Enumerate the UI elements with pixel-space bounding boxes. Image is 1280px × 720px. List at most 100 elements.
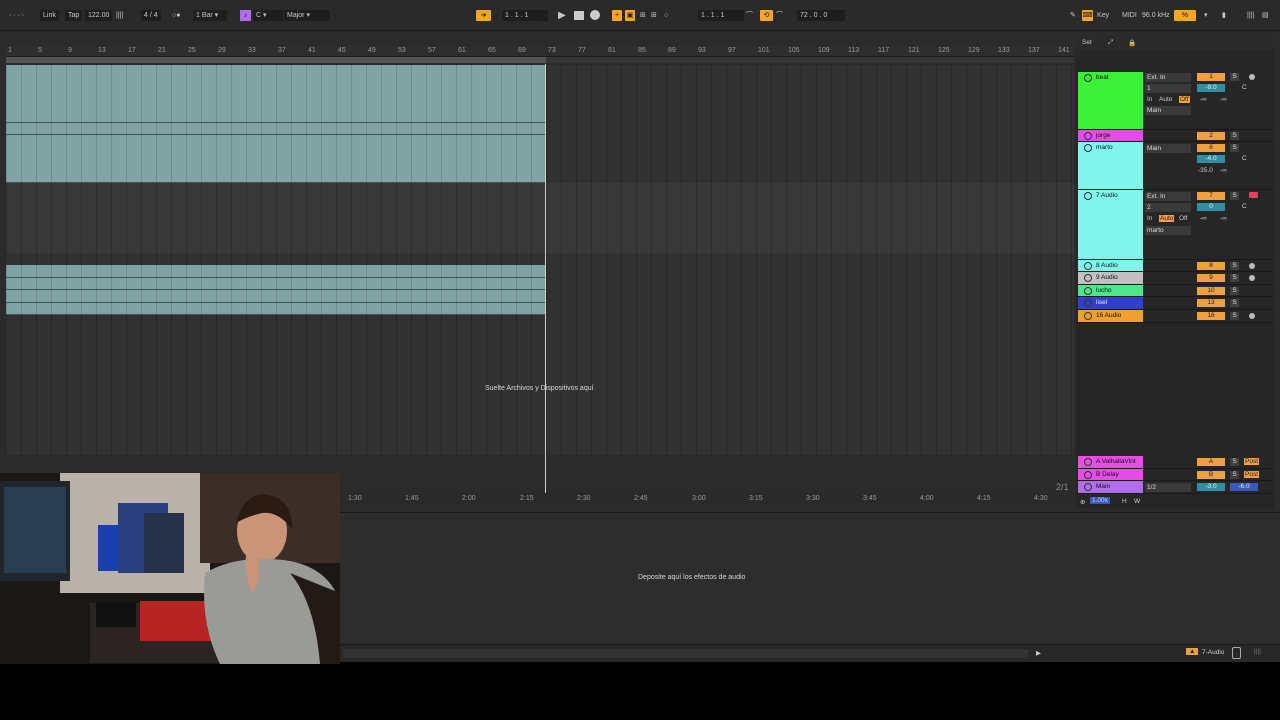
- width-button[interactable]: W: [1134, 498, 1140, 505]
- track-lanes[interactable]: [6, 65, 1074, 455]
- stop-icon[interactable]: [574, 11, 584, 20]
- output-select[interactable]: Main: [1145, 106, 1191, 115]
- playhead[interactable]: [545, 64, 546, 494]
- track-jorge[interactable]: jorge 2 S: [1076, 130, 1274, 142]
- fold-icon[interactable]: [1084, 144, 1092, 152]
- loop-length-field[interactable]: 72 . 0 . 0: [797, 10, 845, 21]
- send-b[interactable]: -∞: [1220, 167, 1227, 174]
- fold-icon[interactable]: [1084, 483, 1092, 491]
- dots-menu-icon[interactable]: · · · ·: [9, 10, 31, 21]
- monitor-in[interactable]: In: [1147, 215, 1152, 222]
- return-b[interactable]: B Delay B S Post: [1076, 469, 1274, 481]
- send-b[interactable]: -∞: [1220, 215, 1227, 222]
- fold-icon[interactable]: [1084, 192, 1092, 200]
- solo-button[interactable]: S: [1230, 312, 1239, 320]
- track-name-8-audio[interactable]: 8 Audio: [1078, 260, 1143, 271]
- track-name-9-audio[interactable]: 9 Audio: [1078, 272, 1143, 284]
- main-track-name[interactable]: Main: [1078, 481, 1143, 493]
- track-activator[interactable]: 9: [1197, 274, 1225, 282]
- audio-clip[interactable]: [6, 135, 546, 183]
- return-activator[interactable]: B: [1197, 471, 1225, 479]
- lane-marto[interactable]: [6, 135, 1074, 183]
- return-name-b[interactable]: B Delay: [1078, 469, 1143, 480]
- arm-button[interactable]: [1249, 263, 1255, 269]
- device-toggle-icon[interactable]: [1232, 647, 1241, 659]
- link-button[interactable]: Link: [40, 10, 59, 21]
- track-name-marto[interactable]: marto: [1078, 142, 1143, 189]
- track-name-jorge[interactable]: jorge: [1078, 130, 1143, 141]
- send-a[interactable]: -∞: [1200, 96, 1207, 103]
- punch-in-icon[interactable]: ⌒: [746, 10, 753, 21]
- tempo-field[interactable]: 122.00: [85, 10, 113, 21]
- overview-icon[interactable]: ▤: [1262, 10, 1269, 21]
- cpu-dropdown-icon[interactable]: ▾: [1204, 10, 1208, 21]
- solo-button[interactable]: S: [1230, 144, 1239, 152]
- audio-clip[interactable]: [6, 265, 546, 278]
- zoom-field[interactable]: 1.00x: [1090, 497, 1110, 504]
- follow-icon[interactable]: ➜: [476, 10, 491, 21]
- volume-field[interactable]: -9.0: [1197, 84, 1225, 92]
- arm-button[interactable]: [1249, 313, 1255, 319]
- expand-icon[interactable]: ⤢: [1108, 39, 1113, 47]
- beat-ruler[interactable]: 1 5 9 13 17 21 25 29 33 37 41 45 49 53 5…: [6, 46, 1074, 57]
- return-name-a[interactable]: A ValhallaVint: [1078, 456, 1143, 468]
- midi-map-button[interactable]: MIDI: [1122, 10, 1137, 21]
- audio-clip[interactable]: [6, 65, 546, 123]
- solo-button[interactable]: S: [1230, 192, 1239, 200]
- main-volume[interactable]: -3.0: [1197, 483, 1225, 491]
- metronome-icon[interactable]: ○●: [172, 10, 180, 21]
- session-record-icon[interactable]: ⊞: [651, 10, 657, 21]
- fold-icon[interactable]: [1084, 287, 1092, 295]
- overdub-icon[interactable]: +: [612, 10, 622, 21]
- lane-lucho[interactable]: [6, 278, 1074, 290]
- monitor-off[interactable]: Off: [1179, 215, 1188, 222]
- monitor-in[interactable]: In: [1147, 96, 1152, 103]
- lane-7-audio[interactable]: [6, 183, 1074, 253]
- lane-lisel[interactable]: [6, 290, 1074, 303]
- input-select[interactable]: Ext. In: [1145, 192, 1191, 201]
- send-b[interactable]: -∞: [1220, 96, 1227, 103]
- key-map-button[interactable]: Key: [1097, 10, 1109, 21]
- audio-clip[interactable]: [6, 278, 546, 290]
- audio-clip[interactable]: [6, 303, 546, 315]
- volume-field[interactable]: -4.0: [1197, 155, 1225, 163]
- automation-arm-icon[interactable]: ▣: [625, 10, 635, 21]
- arm-button[interactable]: [1249, 192, 1258, 198]
- lane-8-audio[interactable]: [6, 253, 1074, 265]
- track-name-lucho[interactable]: lucho: [1078, 285, 1143, 296]
- pan-field[interactable]: C: [1242, 203, 1247, 210]
- quantize-select[interactable]: 1 Bar ▾: [193, 10, 227, 21]
- return-activator[interactable]: A: [1197, 458, 1225, 466]
- solo-button[interactable]: S: [1230, 262, 1239, 270]
- loop-start-field[interactable]: 1 . 1 . 1: [698, 10, 744, 21]
- key-root-select[interactable]: C ▾: [253, 10, 283, 21]
- tap-tempo-button[interactable]: Tap: [65, 10, 83, 21]
- height-button[interactable]: H: [1122, 498, 1127, 505]
- fold-icon[interactable]: [1084, 299, 1092, 307]
- fold-icon[interactable]: [1084, 471, 1092, 479]
- channel-select[interactable]: 1: [1145, 84, 1191, 93]
- nudge-icon[interactable]: ||||: [116, 10, 123, 21]
- monitor-off[interactable]: Off: [1179, 96, 1190, 103]
- computer-midi-icon[interactable]: ▮: [1222, 10, 1226, 21]
- monitor-auto[interactable]: Auto: [1159, 215, 1175, 222]
- track-activator[interactable]: 7: [1197, 192, 1225, 200]
- scale-select[interactable]: Major ▾: [284, 10, 330, 21]
- track-activator[interactable]: 13: [1197, 299, 1225, 307]
- track-16-audio[interactable]: 16 Audio 16 S: [1076, 310, 1274, 323]
- meter-field[interactable]: 4 / 4: [141, 10, 161, 21]
- lane-16-audio[interactable]: [6, 303, 1074, 315]
- pan-field[interactable]: C: [1242, 155, 1247, 162]
- fold-icon[interactable]: [1084, 74, 1092, 82]
- volume-field[interactable]: 0: [1197, 203, 1225, 211]
- fold-icon[interactable]: [1084, 312, 1092, 320]
- fold-icon[interactable]: [1084, 132, 1092, 140]
- track-activator[interactable]: 6: [1197, 144, 1225, 152]
- track-activator[interactable]: 8: [1197, 262, 1225, 270]
- punch-out-icon[interactable]: ⌒: [776, 10, 783, 21]
- arm-button[interactable]: [1249, 74, 1255, 80]
- lane-beat[interactable]: [6, 65, 1074, 123]
- lock-icon[interactable]: 🔒: [1128, 39, 1136, 47]
- solo-button[interactable]: S: [1230, 132, 1239, 140]
- track-activator[interactable]: 1: [1197, 73, 1225, 81]
